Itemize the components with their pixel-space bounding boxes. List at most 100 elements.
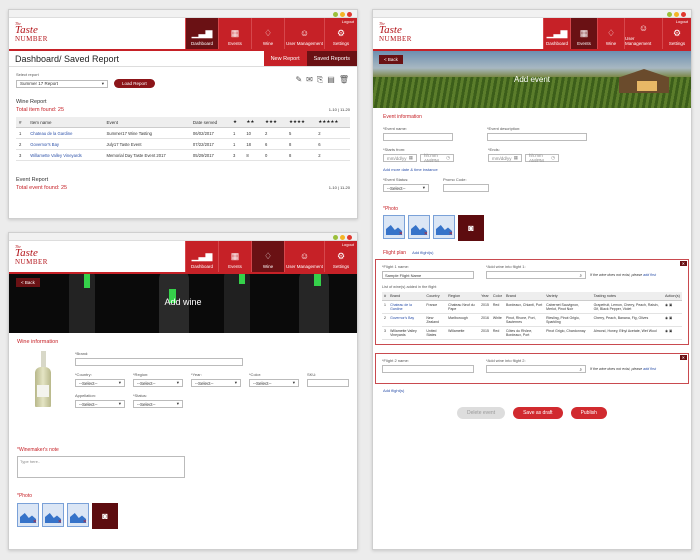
- add-wine-2-search[interactable]: ⌕: [486, 365, 586, 373]
- column-header[interactable]: Brand: [503, 292, 545, 301]
- column-header[interactable]: Variety: [544, 292, 592, 301]
- item-name-link[interactable]: Governor's Bay: [27, 138, 104, 150]
- event-status-select[interactable]: --Select-- ▾: [383, 184, 429, 192]
- logo[interactable]: The Taste NUMBER: [379, 22, 412, 43]
- add-first-link[interactable]: add first: [643, 273, 656, 277]
- color-select[interactable]: --Select-- ▾: [249, 379, 299, 387]
- event-description-input[interactable]: [487, 133, 587, 141]
- remove-flight-button[interactable]: ✕: [679, 261, 687, 266]
- item-name-link[interactable]: Chateau de la Gardine: [27, 127, 104, 139]
- column-header[interactable]: Brand: [388, 292, 425, 301]
- column-header[interactable]: ★★★★★: [315, 117, 350, 128]
- photo-thumbnail[interactable]: ✕: [433, 215, 455, 239]
- column-header[interactable]: ★★★: [261, 117, 286, 128]
- delete-event-button[interactable]: Delete event: [457, 407, 506, 419]
- logout-link[interactable]: Logout: [342, 19, 354, 24]
- nav-events[interactable]: ▦ Events: [570, 18, 597, 49]
- remove-icon[interactable]: ✕: [58, 519, 62, 525]
- column-header[interactable]: ★: [230, 117, 244, 128]
- end-time-input[interactable]: hh:mm AM/PM ◷: [525, 153, 559, 163]
- report-select[interactable]: Summer 17 Report ▾: [16, 79, 108, 88]
- column-header[interactable]: Date served: [189, 117, 231, 128]
- nav-users[interactable]: ☺ User Management: [284, 241, 324, 272]
- nav-events[interactable]: ▦ Events: [218, 241, 251, 272]
- nav-wine[interactable]: ♢ Wine: [597, 18, 624, 49]
- column-header[interactable]: Country: [424, 292, 447, 301]
- wine-brand-link[interactable]: Chateau de la Gardine: [388, 300, 425, 314]
- save-draft-button[interactable]: Save as draft: [513, 407, 563, 419]
- remove-icon[interactable]: ✕: [399, 231, 403, 237]
- camera-upload-button[interactable]: ◙: [92, 503, 118, 529]
- delete-icon[interactable]: ▣: [669, 329, 672, 333]
- column-header[interactable]: Year: [479, 292, 491, 301]
- country-select[interactable]: --Select-- ▾: [75, 379, 125, 387]
- view-icon[interactable]: ◉: [665, 329, 668, 333]
- add-first-link[interactable]: add first: [643, 367, 656, 371]
- add-wine-1-search[interactable]: ⌕: [486, 271, 586, 279]
- column-header[interactable]: Action(s): [662, 292, 682, 301]
- logo[interactable]: The Taste NUMBER: [15, 245, 48, 266]
- photo-thumbnail[interactable]: ✕: [408, 215, 430, 239]
- mail-icon[interactable]: ✉: [306, 75, 313, 85]
- remove-flight-button[interactable]: ✕: [679, 355, 687, 360]
- remove-icon[interactable]: ✕: [449, 231, 453, 237]
- winemaker-note-input[interactable]: Type here..: [17, 456, 185, 478]
- flight-2-name-input[interactable]: [382, 365, 474, 373]
- photo-thumbnail[interactable]: ✕: [17, 503, 39, 527]
- item-name-link[interactable]: Willamette Valley Vineyards: [27, 149, 104, 161]
- appellation-select[interactable]: --Select-- ▾: [75, 400, 125, 408]
- nav-users[interactable]: ☺ User Management: [624, 18, 662, 49]
- event-name-input[interactable]: [383, 133, 453, 141]
- new-report-button[interactable]: New Report: [263, 51, 307, 66]
- status-select[interactable]: --Select-- ▾: [133, 400, 183, 408]
- delete-icon[interactable]: ▣: [669, 303, 672, 307]
- nav-dashboard[interactable]: ▁▃▆ Dashboard: [185, 241, 218, 272]
- pagination[interactable]: 1-10 | 11-20: [329, 185, 350, 191]
- camera-upload-button[interactable]: ◙: [458, 215, 484, 241]
- remove-icon[interactable]: ✕: [33, 519, 37, 525]
- delete-icon[interactable]: 🗑: [339, 75, 349, 85]
- remove-icon[interactable]: ✕: [83, 519, 87, 525]
- logout-link[interactable]: Logout: [342, 242, 354, 247]
- nav-dashboard[interactable]: ▁▃▆ Dashboard: [543, 18, 570, 49]
- column-header[interactable]: Tasting notes: [591, 292, 663, 301]
- delete-icon[interactable]: ▣: [669, 316, 672, 320]
- column-header[interactable]: Item name: [27, 117, 104, 128]
- pagination[interactable]: 1-10 | 11-20: [329, 107, 350, 113]
- nav-wine[interactable]: ♢ Wine: [251, 241, 284, 272]
- start-date-input[interactable]: mm/dd/yy ▦: [383, 154, 417, 162]
- column-header[interactable]: #: [16, 117, 28, 128]
- column-header[interactable]: ★★: [243, 117, 262, 128]
- logout-link[interactable]: Logout: [676, 19, 688, 24]
- sku-input[interactable]: [307, 379, 349, 387]
- nav-wine[interactable]: ♢ Wine: [251, 18, 284, 49]
- column-header[interactable]: Event: [103, 117, 190, 128]
- add-flight-link[interactable]: Add flight(s): [383, 388, 691, 393]
- end-date-input[interactable]: mm/dd/yy ▦: [488, 154, 522, 162]
- publish-button[interactable]: Publish: [570, 407, 607, 419]
- wine-brand-link[interactable]: Willamette Valley Vineyards: [388, 326, 425, 340]
- pdf-icon[interactable]: ▤: [327, 75, 335, 85]
- flight-1-name-input[interactable]: Sample Flight Name: [382, 271, 474, 279]
- promo-code-input[interactable]: [443, 184, 489, 192]
- load-report-button[interactable]: Load Report: [114, 79, 155, 88]
- photo-thumbnail[interactable]: ✕: [42, 503, 64, 527]
- add-date-link[interactable]: Add more date & time instance: [383, 167, 681, 172]
- column-header[interactable]: ★★★★: [285, 117, 316, 128]
- remove-icon[interactable]: ✕: [424, 231, 428, 237]
- nav-dashboard[interactable]: ▁▃▆ Dashboard: [185, 18, 218, 49]
- table-row[interactable]: 1 Chateau de la Gardine Summer17 Wine Tast…: [16, 127, 350, 139]
- column-header[interactable]: Region: [446, 292, 480, 301]
- region-select[interactable]: --Select-- ▾: [133, 379, 183, 387]
- back-button[interactable]: < Back: [379, 55, 403, 64]
- photo-thumbnail[interactable]: ✕: [383, 215, 405, 239]
- add-flight-link[interactable]: Add flight(s): [412, 250, 433, 255]
- table-row[interactable]: 3 Willamette Valley Vineyards Memorial Day…: [16, 149, 350, 161]
- saved-reports-button[interactable]: Saved Reports: [306, 51, 357, 66]
- year-select[interactable]: --Select-- ▾: [191, 379, 241, 387]
- wine-brand-link[interactable]: Governor's Bay: [388, 313, 425, 327]
- view-icon[interactable]: ◉: [665, 316, 668, 320]
- nav-users[interactable]: ☺ User Management: [284, 18, 324, 49]
- column-header[interactable]: Color: [490, 292, 504, 301]
- nav-events[interactable]: ▦ Events: [218, 18, 251, 49]
